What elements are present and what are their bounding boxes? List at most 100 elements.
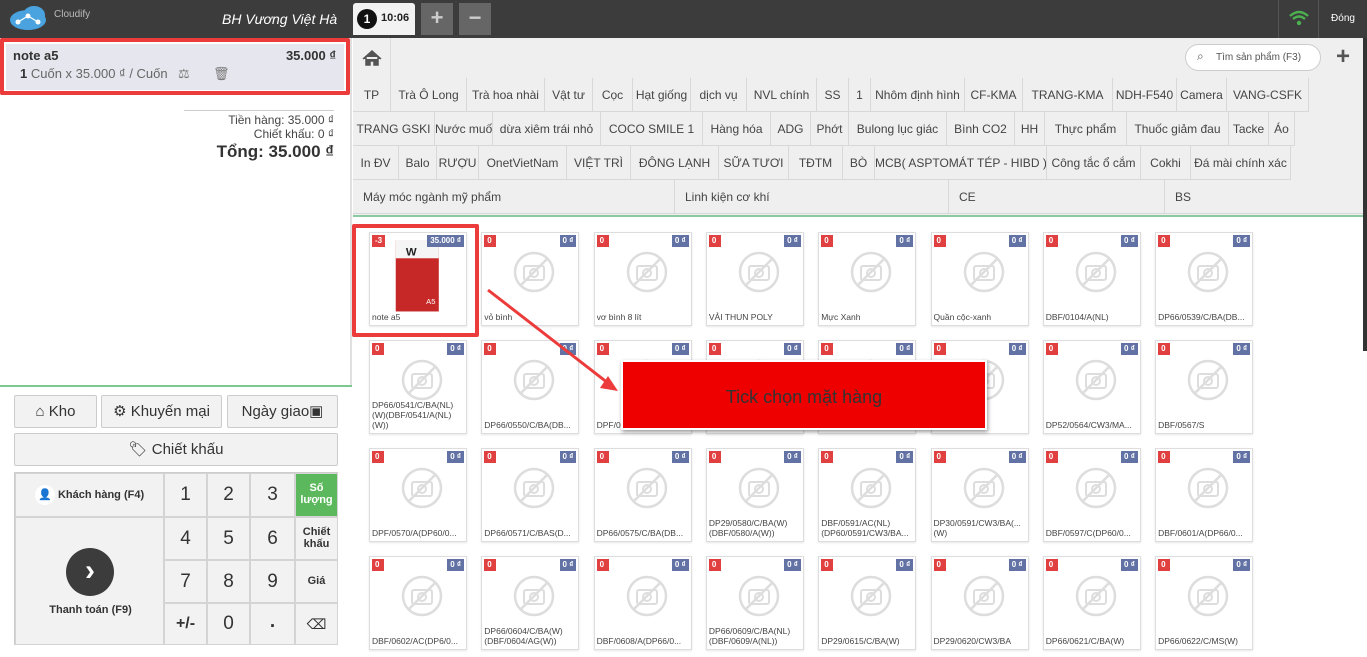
category-tab[interactable]: OnetVietNam <box>479 146 567 180</box>
product-card[interactable]: 0 0 ₫ DP66/0622/C/MS(W) <box>1155 556 1254 650</box>
product-card[interactable]: 0 0 ₫ DP66/0539/C/BA(DB... <box>1155 232 1254 326</box>
category-tab[interactable]: Bulong lục giác <box>849 112 947 146</box>
category-tab[interactable]: BS <box>1165 180 1367 214</box>
category-tab[interactable]: Nước muối <box>435 112 493 146</box>
category-tab[interactable]: Đá mài chính xác <box>1191 146 1291 180</box>
product-card[interactable]: 0 0 ₫ Mực Xanh <box>818 232 917 326</box>
category-tab[interactable]: TRANG-KMA <box>1023 78 1113 112</box>
product-card[interactable]: 0 0 ₫ DP66/0571/C/BAS(D... <box>481 448 580 542</box>
category-tab[interactable]: Phớt <box>811 112 849 146</box>
category-tab[interactable]: dừa xiêm trái nhỏ <box>493 112 601 146</box>
category-tab[interactable]: CF-KMA <box>965 78 1023 112</box>
category-tab[interactable]: NVL chính <box>747 78 817 112</box>
category-tab[interactable]: TRANG GSKI <box>353 112 435 146</box>
product-card[interactable]: 0 0 ₫ DP29/0620/CW3/BA <box>930 556 1029 650</box>
key-1[interactable]: 1 <box>164 473 207 517</box>
product-card[interactable]: 0 0 ₫ DBF/0597/C(DP60/0... <box>1042 448 1141 542</box>
remove-tab-button[interactable]: − <box>459 3 491 35</box>
key-2[interactable]: 2 <box>207 473 250 517</box>
category-tab[interactable]: TP <box>353 78 391 112</box>
product-card[interactable]: 0 0 ₫ DP29/0615/C/BA(W) <box>818 556 917 650</box>
key-0[interactable]: 0 <box>207 603 250 645</box>
product-card[interactable]: 0 0 ₫ DPF/0570/A(DP60/0... <box>369 448 467 542</box>
category-tab[interactable]: NDH-F540 <box>1113 78 1177 112</box>
category-tab[interactable]: Balo <box>399 146 437 180</box>
product-card[interactable]: 0 0 ₫ DP66/0575/C/BA(DB... <box>593 448 692 542</box>
key-5[interactable]: 5 <box>207 517 250 560</box>
order-tab[interactable]: 1 10:06 <box>353 3 415 35</box>
category-tab[interactable]: Công tắc ổ cắm <box>1047 146 1141 180</box>
category-tab[interactable]: Trà hoa nhài <box>467 78 545 112</box>
backspace-icon[interactable]: ⌫ <box>295 603 338 645</box>
product-card[interactable]: 0 0 ₫ DP29/0580/C/BA(W)(DBF/0580/A(W)) <box>705 448 804 542</box>
category-tab[interactable]: Trà Ô Long <box>391 78 467 112</box>
category-tab[interactable]: Hạt giống <box>633 78 691 112</box>
category-tab[interactable]: Bình CO2 <box>947 112 1015 146</box>
key-8[interactable]: 8 <box>207 560 250 603</box>
category-tab[interactable]: BÒ <box>843 146 875 180</box>
price-key[interactable]: Giá <box>295 560 338 603</box>
product-card[interactable]: 0 0 ₫ Quần cộc-xanh <box>930 232 1029 326</box>
category-tab[interactable]: 1 <box>849 78 871 112</box>
payment-button[interactable]: › Thanh toán (F9) <box>15 517 164 645</box>
product-card[interactable]: 0 0 ₫ DBF/0602/AC(DP6/0... <box>369 556 467 650</box>
category-tab[interactable]: ĐÔNG LẠNH <box>631 146 719 180</box>
product-card[interactable]: 0 0 ₫ DP30/0591/CW3/BA(...(W) <box>930 448 1029 542</box>
category-tab[interactable]: Máy móc ngành mỹ phẩm <box>353 180 675 214</box>
product-card[interactable]: 0 0 ₫ DBF/0567/S <box>1155 340 1254 434</box>
category-tab[interactable]: Vật tư <box>545 78 593 112</box>
product-card[interactable]: 0 0 ₫ DP52/0564/CW3/MA... <box>1042 340 1141 434</box>
category-tab[interactable]: Linh kiện cơ khí <box>675 180 949 214</box>
home-button[interactable] <box>353 38 391 78</box>
discount-key[interactable]: Chiết khấu <box>295 517 338 560</box>
discount-button[interactable]: 🏷 Chiết khấu <box>14 433 338 466</box>
category-tab[interactable]: SS <box>817 78 849 112</box>
warehouse-button[interactable]: ⌂ Kho <box>14 395 97 428</box>
product-card[interactable]: 0 0 ₫ DBF/0591/AC(NL)(DP60/0591/CW3/BA... <box>818 448 917 542</box>
product-card[interactable]: 0 0 ₫ vơ bình 8 lít <box>593 232 692 326</box>
customer-button[interactable]: 👤 Khách hàng (F4) <box>15 473 164 517</box>
category-tab[interactable]: In ĐV <box>353 146 399 180</box>
category-tab[interactable]: TĐTM <box>789 146 843 180</box>
product-card[interactable]: 0 0 ₫ DBF/0608/A(DP66/0... <box>593 556 692 650</box>
promotion-button[interactable]: ⚙ Khuyến mại <box>101 395 222 428</box>
scrollbar[interactable] <box>1363 38 1367 351</box>
add-tab-button[interactable]: + <box>421 3 453 35</box>
key-3[interactable]: 3 <box>250 473 295 517</box>
category-tab[interactable]: Nhôm định hình <box>871 78 965 112</box>
category-tab[interactable]: VIỆT TRÌ <box>567 146 631 180</box>
plusminus-key[interactable]: +/- <box>164 603 207 645</box>
category-tab[interactable]: Camera <box>1177 78 1227 112</box>
category-tab[interactable]: Áo <box>1269 112 1295 146</box>
key-6[interactable]: 6 <box>250 517 295 560</box>
category-tab[interactable]: Tacke <box>1229 112 1269 146</box>
product-card[interactable]: 0 0 ₫ DP66/0609/C/BA(NL)(DBF/0609/A(NL)) <box>705 556 804 650</box>
category-tab[interactable]: MCB( ASPTOMÁT TÉP - HIBD ) <box>875 146 1047 180</box>
key-7[interactable]: 7 <box>164 560 207 603</box>
category-tab[interactable]: dịch vụ <box>691 78 747 112</box>
product-card[interactable]: 0 0 ₫ DBF/0104/A(NL) <box>1042 232 1141 326</box>
product-card[interactable]: 0 0 ₫ DP66/0621/C/BA(W) <box>1042 556 1141 650</box>
dot-key[interactable]: . <box>250 603 295 645</box>
category-tab[interactable]: ADG <box>771 112 811 146</box>
product-card[interactable]: 0 0 ₫ DP66/0550/C/BA(DB... <box>481 340 580 434</box>
product-card[interactable]: 0 0 ₫ vỏ bình <box>481 232 580 326</box>
category-tab[interactable]: Thuốc giảm đau <box>1127 112 1229 146</box>
quantity-key[interactable]: Số lượng <box>295 473 338 517</box>
category-tab[interactable]: SỮA TƯƠI <box>719 146 789 180</box>
product-card[interactable]: 0 0 ₫ VẢI THUN POLY <box>705 232 804 326</box>
category-tab[interactable]: RƯỢU <box>437 146 479 180</box>
category-tab[interactable]: CE <box>949 180 1165 214</box>
delivery-date-button[interactable]: Ngày giao▣ <box>227 395 338 428</box>
add-product-button[interactable]: + <box>1328 42 1358 72</box>
product-card[interactable]: 0 0 ₫ DP66/0541/C/BA(NL)(W)(DBF/0541/A(NL)… <box>369 340 467 434</box>
product-card[interactable]: 0 0 ₫ DP66/0604/C/BA(W)(DBF/0604/AG(W)) <box>481 556 580 650</box>
product-card[interactable]: 0 0 ₫ DBF/0601/A(DP66/0... <box>1155 448 1254 542</box>
search-input[interactable]: Tìm sản phẩm (F3) <box>1185 44 1321 71</box>
key-4[interactable]: 4 <box>164 517 207 560</box>
category-tab[interactable]: Cọc <box>593 78 633 112</box>
close-button[interactable]: Đóng <box>1318 0 1367 38</box>
category-tab[interactable]: Thực phẩm <box>1045 112 1127 146</box>
category-tab[interactable]: Cokhi <box>1141 146 1191 180</box>
category-tab[interactable]: HH <box>1015 112 1045 146</box>
